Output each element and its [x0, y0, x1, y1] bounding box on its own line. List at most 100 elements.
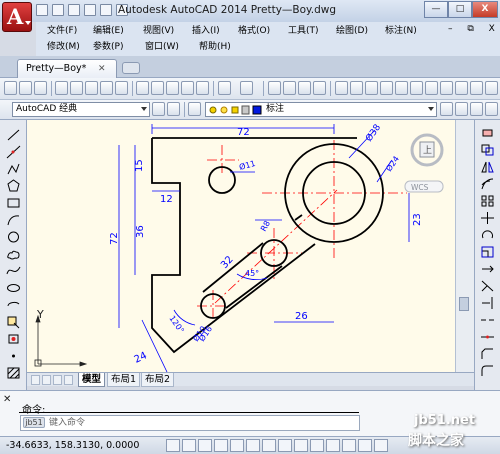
- allow-ucs-icon[interactable]: [294, 439, 308, 452]
- copy-object-icon[interactable]: [480, 143, 495, 157]
- workspace-select[interactable]: AutoCAD 经典: [12, 102, 150, 117]
- revision-cloud-icon[interactable]: [6, 247, 21, 261]
- snap-mode-icon[interactable]: [182, 439, 196, 452]
- design-center-icon[interactable]: [350, 81, 363, 95]
- scale-icon[interactable]: [480, 245, 495, 259]
- layer-properties-icon[interactable]: [188, 102, 201, 116]
- tab-document[interactable]: Pretty—Boy* ✕: [17, 59, 117, 78]
- lock-ui-icon[interactable]: [167, 102, 180, 116]
- properties-icon[interactable]: [335, 81, 348, 95]
- zoom-previous-icon[interactable]: [313, 81, 326, 95]
- next-layout-icon[interactable]: [53, 375, 62, 385]
- style-icon[interactable]: [440, 81, 453, 95]
- match-properties-icon[interactable]: [181, 81, 194, 95]
- command-customize-button[interactable]: jb51: [23, 417, 45, 428]
- menu-dimension[interactable]: 标注(N): [385, 25, 417, 37]
- construction-line-icon[interactable]: [6, 145, 21, 159]
- open-icon[interactable]: [52, 4, 64, 16]
- tab-layout1[interactable]: 布局1: [107, 373, 141, 387]
- close-button[interactable]: X: [472, 1, 498, 18]
- globe-icon[interactable]: [115, 81, 128, 95]
- copy-icon[interactable]: [151, 81, 164, 95]
- tab-close-icon[interactable]: ✕: [98, 61, 106, 78]
- first-layout-icon[interactable]: [31, 375, 40, 385]
- help-icon[interactable]: [425, 81, 438, 95]
- insert-block-icon[interactable]: [6, 315, 21, 329]
- sheet-set-icon[interactable]: [380, 81, 393, 95]
- save-as-icon[interactable]: [84, 4, 96, 16]
- prev-layout-icon[interactable]: [42, 375, 51, 385]
- layer-previous-icon[interactable]: [455, 102, 468, 116]
- zoom-realtime-icon[interactable]: [283, 81, 296, 95]
- command-close-icon[interactable]: ✕: [3, 394, 11, 405]
- multileader-style-icon[interactable]: [470, 81, 483, 95]
- scrollbar-thumb[interactable]: [459, 297, 469, 311]
- ellipse-icon[interactable]: [6, 281, 21, 295]
- transparency-icon[interactable]: [342, 439, 356, 452]
- make-current-layer-icon[interactable]: [440, 102, 453, 116]
- menu-file[interactable]: 文件(F): [47, 25, 77, 37]
- menu-window[interactable]: 窗口(W): [145, 41, 179, 53]
- lineweight-icon[interactable]: [326, 439, 340, 452]
- new-tab-button[interactable]: [122, 62, 140, 74]
- object-snap-tracking-icon[interactable]: [278, 439, 292, 452]
- minimize-button[interactable]: —: [424, 1, 448, 18]
- chamfer-icon[interactable]: [480, 347, 495, 361]
- plot-icon[interactable]: [100, 4, 112, 16]
- drawing-canvas[interactable]: 72 15 12 36 72 Ø11 Ø38 Ø24 23 32 Ø16 26 …: [27, 120, 455, 372]
- stretch-icon[interactable]: [480, 262, 495, 276]
- menu-insert[interactable]: 插入(I): [192, 25, 220, 37]
- object-snap-icon[interactable]: [246, 439, 260, 452]
- publish-icon[interactable]: [85, 81, 98, 95]
- infer-constraints-icon[interactable]: [166, 439, 180, 452]
- 3d-dwf-icon[interactable]: [100, 81, 113, 95]
- block-editor-icon[interactable]: [196, 81, 209, 95]
- menu-view[interactable]: 视图(V): [143, 25, 174, 37]
- make-block-icon[interactable]: [6, 332, 21, 346]
- quick-properties-icon[interactable]: [358, 439, 372, 452]
- rectangle-icon[interactable]: [6, 196, 21, 210]
- rotate-icon[interactable]: [480, 228, 495, 242]
- menu-help[interactable]: 帮助(H): [199, 41, 231, 53]
- paste-icon[interactable]: [166, 81, 179, 95]
- line-icon[interactable]: [6, 128, 21, 142]
- extend-icon[interactable]: [480, 296, 495, 310]
- qnew-icon[interactable]: [4, 81, 17, 95]
- maximize-button[interactable]: □: [448, 1, 472, 18]
- spline-icon[interactable]: [6, 264, 21, 278]
- menu-tools[interactable]: 工具(T): [288, 25, 319, 37]
- polyline-icon[interactable]: [6, 162, 21, 176]
- ortho-mode-icon[interactable]: [214, 439, 228, 452]
- grid-display-icon[interactable]: [198, 439, 212, 452]
- open-icon[interactable]: [19, 81, 32, 95]
- command-input[interactable]: 键入命令: [20, 415, 360, 431]
- menu-modify[interactable]: 修改(M): [47, 41, 80, 53]
- vertical-scrollbar[interactable]: [455, 120, 474, 372]
- menu-draw[interactable]: 绘图(D): [336, 25, 368, 37]
- tab-model[interactable]: 模型: [78, 373, 106, 387]
- toolbar-overflow-icon[interactable]: [485, 102, 498, 116]
- point-icon[interactable]: [6, 349, 21, 363]
- trim-icon[interactable]: [480, 279, 495, 293]
- selection-cycling-icon[interactable]: [374, 439, 388, 452]
- zoom-window-icon[interactable]: [298, 81, 311, 95]
- redo-icon[interactable]: [240, 81, 253, 95]
- markup-icon[interactable]: [395, 81, 408, 95]
- circle-icon[interactable]: [6, 230, 21, 244]
- cut-icon[interactable]: [136, 81, 149, 95]
- ellipse-arc-icon[interactable]: [6, 298, 21, 312]
- layer-state-icon[interactable]: [470, 102, 483, 116]
- 3d-object-snap-icon[interactable]: [262, 439, 276, 452]
- tab-layout2[interactable]: 布局2: [141, 373, 175, 387]
- array-icon[interactable]: [480, 194, 495, 208]
- quickcalc-icon[interactable]: [410, 81, 423, 95]
- toolbar-overflow-icon[interactable]: [485, 81, 498, 95]
- join-icon[interactable]: [480, 330, 495, 344]
- dynamic-input-icon[interactable]: [310, 439, 324, 452]
- save-icon[interactable]: [68, 4, 80, 16]
- fillet-icon[interactable]: [480, 364, 495, 378]
- polar-tracking-icon[interactable]: [230, 439, 244, 452]
- mirror-icon[interactable]: [480, 160, 495, 174]
- plot-icon[interactable]: [55, 81, 68, 95]
- arc-icon[interactable]: [6, 213, 21, 227]
